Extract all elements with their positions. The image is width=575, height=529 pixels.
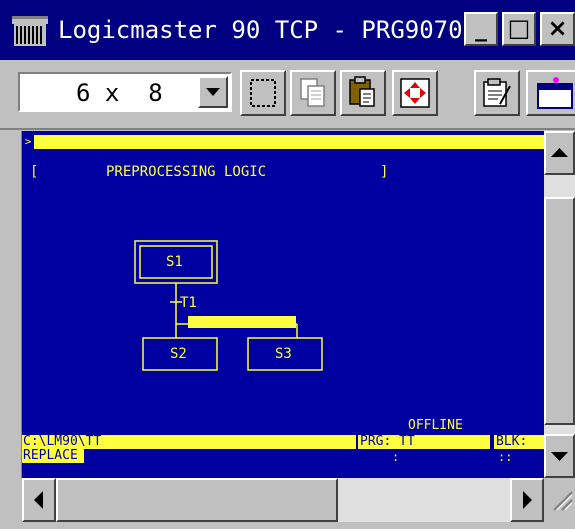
transition-t1-label[interactable]: T1 [180,294,197,312]
navigate-icon [394,72,436,114]
title-bar: Logicmaster 90 TCP - PRG9070 _ □ × [0,0,575,60]
window-icon [528,72,575,114]
bottom-left-frame [0,478,22,529]
step-s3-label[interactable]: S3 [275,345,292,363]
status-program: PRG: TT [358,435,490,449]
bottom-frame [22,522,544,529]
horizontal-scrollbar[interactable] [22,478,544,522]
toolbar: 6 x 8 [0,60,575,130]
status-offline: OFFLINE [408,418,463,433]
status-path: C:\LM90\TT [22,435,356,449]
ladder-editor[interactable]: > [ PREPROCESSING LOGIC ] S1 T1 S2 S3 OF… [22,131,544,478]
select-button[interactable] [240,70,286,116]
copy-icon [292,72,334,114]
left-frame [0,131,22,478]
font-size-select[interactable]: 6 x 8 [18,72,232,112]
maximize-button[interactable]: □ [502,12,536,46]
scroll-down-button[interactable] [544,434,575,478]
scroll-left-button[interactable] [22,478,56,522]
step-s2-label[interactable]: S2 [170,345,187,363]
properties-icon [476,72,518,114]
select-icon [242,72,284,114]
chevron-down-icon[interactable] [198,76,228,108]
close-button[interactable]: × [540,12,575,46]
paste-button[interactable] [340,70,386,116]
window-title: Logicmaster 90 TCP - PRG9070 [58,16,463,44]
paste-icon [342,72,384,114]
scroll-right-button[interactable] [510,478,544,522]
status-colon-1: : [392,450,400,464]
window-button[interactable] [526,70,575,116]
scroll-up-button[interactable] [544,131,575,175]
vertical-scrollbar[interactable] [544,131,575,478]
arrow-up-icon [546,148,573,177]
app-icon[interactable] [10,14,50,48]
navigate-button[interactable] [392,70,438,116]
status-colon-2: :: [498,450,513,464]
sfc-diagram [134,240,323,371]
step-s1-label[interactable]: S1 [166,253,183,271]
copy-button[interactable] [290,70,336,116]
status-mode: REPLACE [22,449,84,463]
font-size-value: 6 x 8 [76,79,163,107]
horizontal-scroll-thumb[interactable] [56,478,338,522]
resize-grip[interactable] [544,478,575,529]
status-block: BLK: [494,435,544,449]
resize-grip-icon [544,491,575,529]
minimize-button[interactable]: _ [464,12,498,46]
selection-cursor [188,316,296,328]
vertical-scroll-thumb[interactable] [544,197,575,425]
properties-button[interactable] [474,70,520,116]
